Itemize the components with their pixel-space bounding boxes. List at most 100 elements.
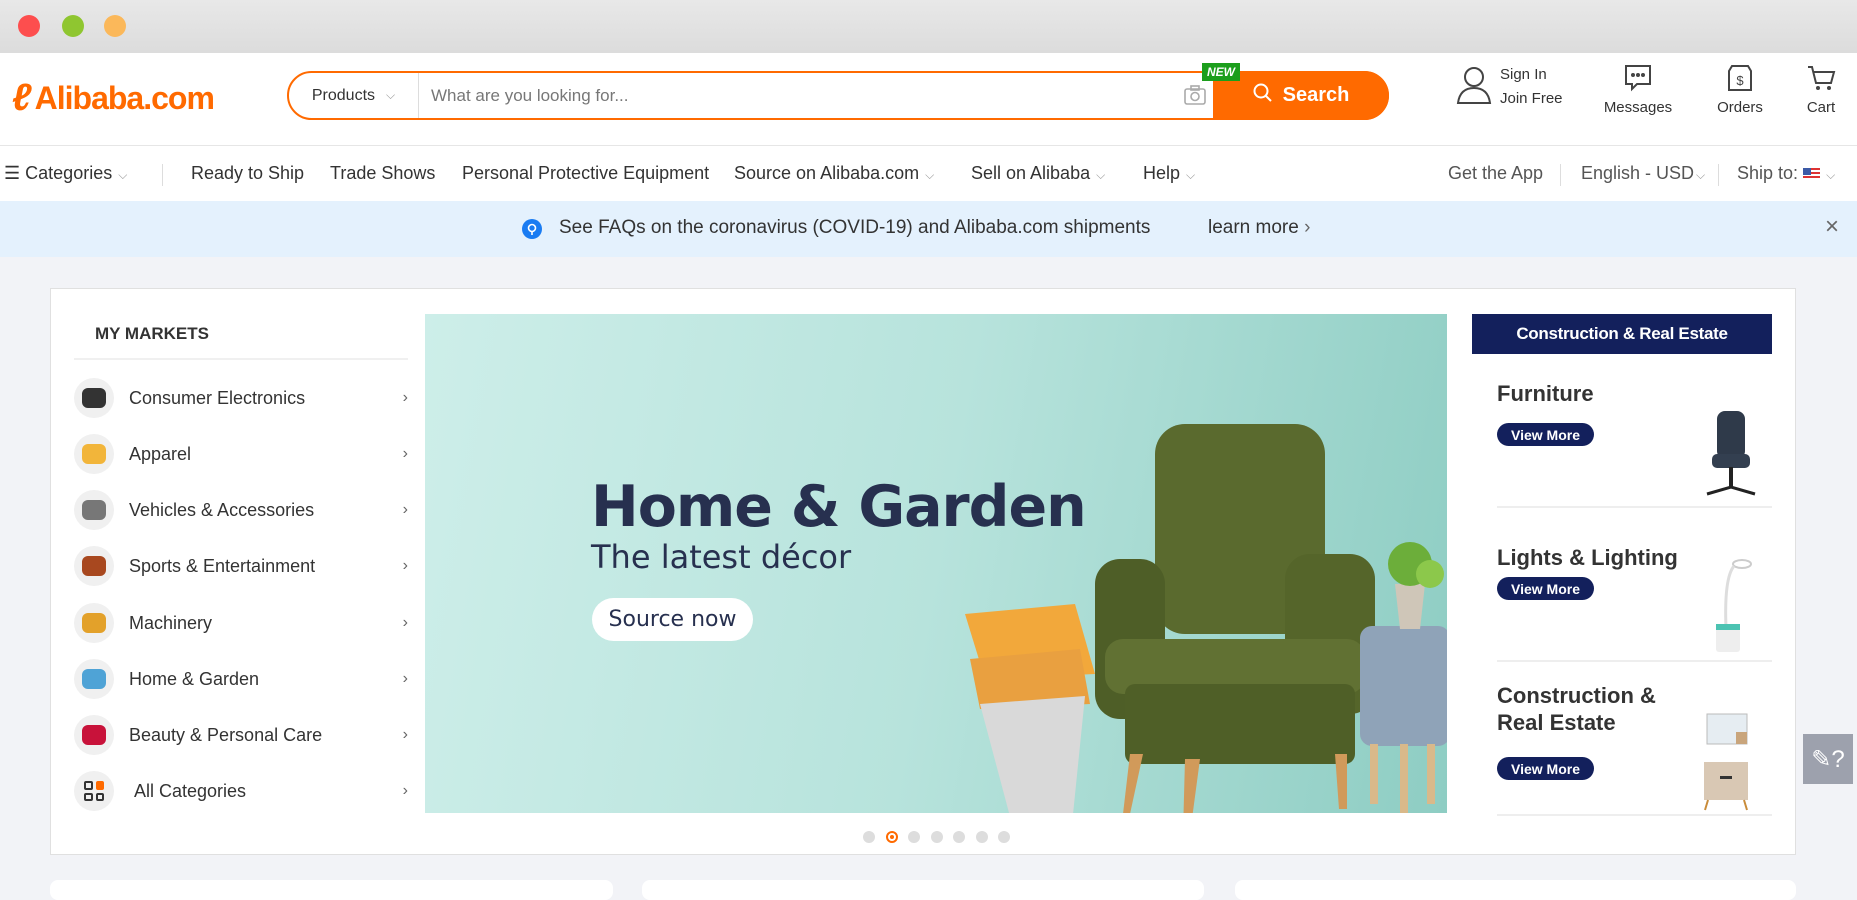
- divider: [162, 164, 163, 186]
- market-item[interactable]: Beauty & Personal Care ›: [74, 712, 408, 758]
- market-item-label: Vehicles & Accessories: [129, 499, 315, 520]
- market-item[interactable]: Apparel ›: [74, 431, 408, 477]
- orders-label: Orders: [1717, 99, 1763, 116]
- chevron-down-icon: ⌵: [925, 168, 935, 182]
- market-item-label: Home & Garden: [129, 668, 260, 689]
- chevron-right-icon: ›: [402, 501, 408, 518]
- carousel-dot[interactable]: [953, 831, 965, 843]
- chevron-right-icon: ›: [402, 445, 408, 462]
- market-item[interactable]: Home & Garden ›: [74, 656, 408, 702]
- close-icon[interactable]: ×: [1825, 213, 1839, 241]
- join-free-link[interactable]: Join Free: [1500, 87, 1563, 111]
- category-thumbnail-icon: [74, 378, 114, 418]
- source-now-button[interactable]: Source now: [592, 598, 753, 641]
- promo-item[interactable]: Construction & Real Estate View More: [1497, 662, 1772, 816]
- nav-ready-to-ship[interactable]: Ready to Ship: [191, 146, 304, 201]
- divider: [1560, 164, 1561, 186]
- svg-text:$: $: [1736, 73, 1744, 88]
- help-edit-icon: ✎?: [1811, 745, 1845, 773]
- view-more-button[interactable]: View More: [1497, 577, 1594, 600]
- content-card: [642, 880, 1204, 900]
- chevron-down-icon: ⌵: [1186, 168, 1196, 182]
- learn-more-label: learn more: [1208, 217, 1299, 238]
- location-pin-icon: [522, 219, 542, 247]
- message-icon: [1602, 63, 1674, 99]
- promo-item[interactable]: Lights & Lighting View More: [1497, 508, 1772, 662]
- nav-trade-shows[interactable]: Trade Shows: [330, 146, 435, 201]
- categories-menu[interactable]: ☰ Categories ⌵: [4, 146, 127, 201]
- content-card: [1235, 880, 1796, 900]
- ship-to-dropdown[interactable]: Ship to: ⌵: [1737, 146, 1835, 201]
- account-menu[interactable]: Sign In Join Free: [1456, 63, 1563, 111]
- maximize-window-button[interactable]: [104, 15, 126, 37]
- search-icon: [1253, 83, 1273, 109]
- language-currency-dropdown[interactable]: English - USD ⌵: [1581, 146, 1705, 201]
- category-thumbnail-icon: [74, 603, 114, 643]
- search-category-dropdown[interactable]: Products ⌵: [289, 73, 419, 118]
- categories-label: Categories: [25, 163, 113, 183]
- my-markets-title: MY MARKETS: [95, 324, 209, 343]
- chevron-right-icon: ›: [402, 670, 408, 687]
- search-input[interactable]: [431, 73, 1031, 118]
- carousel-dot[interactable]: [863, 831, 875, 843]
- messages-label: Messages: [1603, 99, 1673, 116]
- market-item-label: Beauty & Personal Care: [129, 724, 323, 745]
- market-item[interactable]: Consumer Electronics ›: [74, 375, 408, 421]
- carousel-dot[interactable]: [930, 831, 943, 843]
- minimize-window-button[interactable]: [62, 15, 84, 37]
- chevron-right-icon: ›: [402, 557, 408, 574]
- promo-header: Construction & Real Estate: [1472, 314, 1772, 354]
- cart-button[interactable]: Cart: [1800, 63, 1842, 116]
- market-item[interactable]: Vehicles & Accessories ›: [74, 487, 408, 533]
- carousel-dot[interactable]: [885, 831, 898, 843]
- chevron-right-icon: ›: [402, 782, 408, 799]
- orders-button[interactable]: $ Orders: [1712, 63, 1768, 116]
- carousel-dot[interactable]: [908, 831, 920, 843]
- notice-text: See FAQs on the coronavirus (COVID-19) a…: [559, 217, 1151, 238]
- chevron-right-icon: ›: [1304, 217, 1311, 238]
- view-more-button[interactable]: View More: [1497, 423, 1594, 446]
- nav-ppe[interactable]: Personal Protective Equipment: [462, 146, 709, 201]
- market-item[interactable]: All Categories ›: [74, 768, 408, 814]
- alibaba-logo[interactable]: ℓ Alibaba.com: [12, 77, 215, 120]
- carousel-dot[interactable]: [998, 831, 1010, 843]
- logo-text: Alibaba.com: [34, 80, 215, 116]
- search-category-label: Products: [311, 86, 376, 104]
- hero-carousel[interactable]: Home & Garden The latest décor Source no…: [425, 314, 1447, 813]
- nav-source[interactable]: Source on Alibaba.com ⌵: [734, 146, 934, 201]
- nav-sell-label: Sell on Alibaba: [971, 163, 1091, 183]
- nav-sell[interactable]: Sell on Alibaba ⌵: [971, 146, 1105, 201]
- market-item-label: Apparel: [129, 443, 192, 464]
- sign-in-link[interactable]: Sign In: [1500, 63, 1563, 87]
- user-icon: [1456, 66, 1492, 109]
- market-item-label: All Categories: [134, 780, 247, 801]
- orders-icon: $: [1712, 63, 1768, 99]
- get-the-app-link[interactable]: Get the App: [1448, 146, 1543, 201]
- close-window-button[interactable]: [18, 15, 40, 37]
- market-item[interactable]: Sports & Entertainment ›: [74, 543, 408, 589]
- nav-help[interactable]: Help ⌵: [1143, 146, 1195, 201]
- promo-item-title: Construction & Real Estate: [1497, 683, 1656, 735]
- market-item-label: Consumer Electronics: [129, 387, 306, 408]
- carousel-dot[interactable]: [975, 831, 988, 843]
- camera-icon[interactable]: [1184, 85, 1206, 111]
- divider: [1718, 164, 1719, 186]
- hero-title: Home & Garden: [591, 474, 1087, 540]
- language-label: English - USD: [1581, 163, 1695, 183]
- bathroom-cabinet-image: [1704, 713, 1748, 811]
- all-categories-grid-icon: [74, 771, 114, 811]
- promo-item[interactable]: Furniture View More: [1497, 354, 1772, 508]
- desk-lamp-image: [1716, 559, 1752, 652]
- view-more-button[interactable]: View More: [1497, 757, 1594, 780]
- market-item[interactable]: Machinery ›: [74, 600, 408, 646]
- us-flag-icon: [1803, 168, 1821, 180]
- chevron-right-icon: ›: [402, 726, 408, 743]
- chevron-down-icon: ⌵: [1696, 168, 1706, 182]
- chevron-down-icon: ⌵: [386, 88, 396, 102]
- feedback-help-button[interactable]: ✎?: [1803, 734, 1853, 784]
- messages-button[interactable]: Messages: [1602, 63, 1674, 116]
- hero-subtitle: The latest décor: [591, 538, 852, 576]
- promo-item-title: Furniture: [1497, 381, 1594, 406]
- cart-label: Cart: [1806, 99, 1836, 116]
- learn-more-link[interactable]: learn more ›: [1208, 217, 1310, 239]
